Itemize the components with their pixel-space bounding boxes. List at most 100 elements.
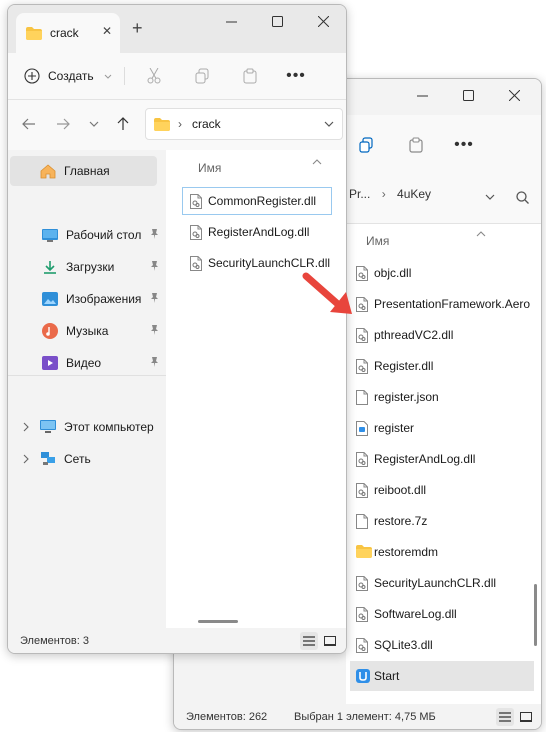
sidebar-item-home[interactable]: Главная [10, 156, 157, 186]
arrow-up-icon [117, 117, 129, 130]
pin-icon [150, 261, 159, 274]
list-item[interactable]: register.json [346, 382, 536, 412]
tab-bar: crack ✕ + [8, 5, 346, 53]
tiles-view-button[interactable] [517, 708, 535, 726]
sidebar-item-network[interactable]: Сеть [8, 444, 158, 474]
back-button[interactable] [18, 113, 40, 135]
new-tab-button[interactable]: + [132, 19, 143, 37]
arrow-left-icon [22, 118, 35, 130]
dll-icon [190, 255, 202, 271]
pin-icon [150, 325, 159, 338]
search-icon [515, 190, 529, 204]
breadcrumb-item[interactable]: 4uKey [397, 187, 431, 201]
close-tab-icon[interactable]: ✕ [102, 24, 112, 38]
copy-button[interactable] [354, 133, 378, 157]
details-view-button[interactable] [496, 708, 514, 726]
folder-icon [26, 26, 42, 40]
horizontal-scrollbar[interactable] [198, 620, 238, 623]
maximize-button[interactable] [254, 5, 300, 37]
more-options-button[interactable]: ••• [284, 64, 308, 88]
list-item[interactable]: register [346, 413, 536, 443]
folder-icon [154, 117, 170, 131]
pin-icon [150, 357, 159, 370]
list-item[interactable]: restore.7z [346, 506, 536, 536]
list-item[interactable]: RegisterAndLog.dll [346, 444, 536, 474]
sidebar-item-this-pc[interactable]: Этот компьютер [8, 412, 158, 442]
navigation-pane: Главная Рабочий стол Загрузки Изображения М… [8, 150, 166, 628]
list-item[interactable]: CommonRegister.dll [182, 187, 332, 215]
breadcrumb-item[interactable]: Pr... [349, 187, 370, 201]
column-header-name[interactable]: Имя [366, 234, 389, 248]
sort-up-icon [476, 226, 486, 240]
new-button[interactable]: Создать [24, 63, 112, 89]
chevron-right-icon: › [381, 187, 386, 201]
up-button[interactable] [112, 113, 134, 135]
file-name: Start [374, 669, 400, 683]
file-name: register.json [374, 390, 439, 404]
tab-crack[interactable]: crack ✕ [16, 13, 120, 53]
list-item[interactable]: SQLite3.dll [346, 630, 536, 660]
column-header-name[interactable]: Имя [198, 161, 221, 175]
more-options-button[interactable]: ••• [452, 133, 476, 157]
list-item[interactable]: SecurityLaunchCLR.dll [346, 568, 536, 598]
chevron-down-icon [89, 121, 99, 127]
details-view-icon [499, 712, 511, 722]
file-name: SecurityLaunchCLR.dll [208, 256, 331, 270]
chevron-down-icon [104, 74, 111, 79]
sidebar-item-quick-access[interactable]: Изображения [8, 284, 158, 314]
paste-button[interactable] [404, 133, 428, 157]
file-name: RegisterAndLog.dll [208, 225, 310, 239]
close-button[interactable] [300, 5, 346, 37]
list-item[interactable]: RegisterAndLog.dll [182, 218, 340, 246]
cut-button[interactable] [142, 64, 166, 88]
list-item[interactable]: SoftwareLog.dll [346, 599, 536, 629]
minimize-icon [416, 95, 428, 96]
list-item[interactable]: Register.dll [346, 351, 536, 381]
file-name: objc.dll [374, 266, 412, 280]
list-item[interactable]: pthreadVC2.dll [346, 320, 536, 350]
details-view-button[interactable] [300, 632, 318, 650]
tab-title: crack [50, 26, 79, 40]
list-item[interactable]: restoremdm [346, 537, 536, 567]
recent-locations-button[interactable] [85, 113, 103, 135]
close-icon [508, 89, 520, 101]
sidebar-item-label: Этот компьютер [64, 420, 154, 434]
sidebar-item-quick-access[interactable]: Рабочий стол [8, 220, 158, 250]
copy-icon [359, 137, 373, 153]
sidebar-item-label: Видео [66, 356, 102, 370]
copy-button[interactable] [190, 64, 214, 88]
list-item[interactable]: PresentationFramework.Aero [346, 289, 536, 319]
list-item[interactable]: objc.dll [346, 258, 536, 288]
tiles-view-icon [324, 636, 336, 646]
address-bar[interactable]: › crack [145, 108, 343, 140]
list-item[interactable]: reiboot.dll [346, 475, 536, 505]
scrollbar-thumb[interactable] [534, 584, 537, 646]
tiles-view-icon [520, 712, 532, 722]
address-path: crack [192, 117, 221, 131]
list-item[interactable]: Start [350, 661, 534, 691]
chevron-down-icon [485, 194, 495, 200]
item-count: Элементов: 3 [20, 635, 89, 647]
file-name: CommonRegister.dll [208, 194, 317, 208]
dll-icon [356, 606, 368, 622]
sidebar-item-quick-access[interactable]: Музыка [8, 316, 158, 346]
forward-button[interactable] [52, 113, 74, 135]
sidebar-item-quick-access[interactable]: Видео [8, 348, 158, 378]
address-dropdown-button[interactable] [478, 185, 502, 209]
copy-icon [195, 68, 209, 84]
chevron-down-icon[interactable] [324, 121, 334, 127]
paste-button[interactable] [238, 64, 262, 88]
search-button[interactable] [510, 185, 534, 209]
tiles-view-button[interactable] [321, 632, 339, 650]
explorer-window-crack: crack ✕ + Создать ••• › crack Главная Ра… [7, 4, 347, 654]
dll-icon [190, 193, 202, 209]
new-button-label: Создать [48, 69, 94, 83]
maximize-button[interactable] [445, 79, 491, 111]
close-button[interactable] [491, 79, 537, 111]
more-icon: ••• [454, 136, 474, 153]
maximize-icon [462, 89, 474, 101]
sidebar-item-quick-access[interactable]: Загрузки [8, 252, 158, 282]
minimize-button[interactable] [208, 5, 254, 37]
file-list: Имя CommonRegister.dll RegisterAndLog.dll… [166, 150, 346, 628]
minimize-button[interactable] [399, 79, 445, 111]
